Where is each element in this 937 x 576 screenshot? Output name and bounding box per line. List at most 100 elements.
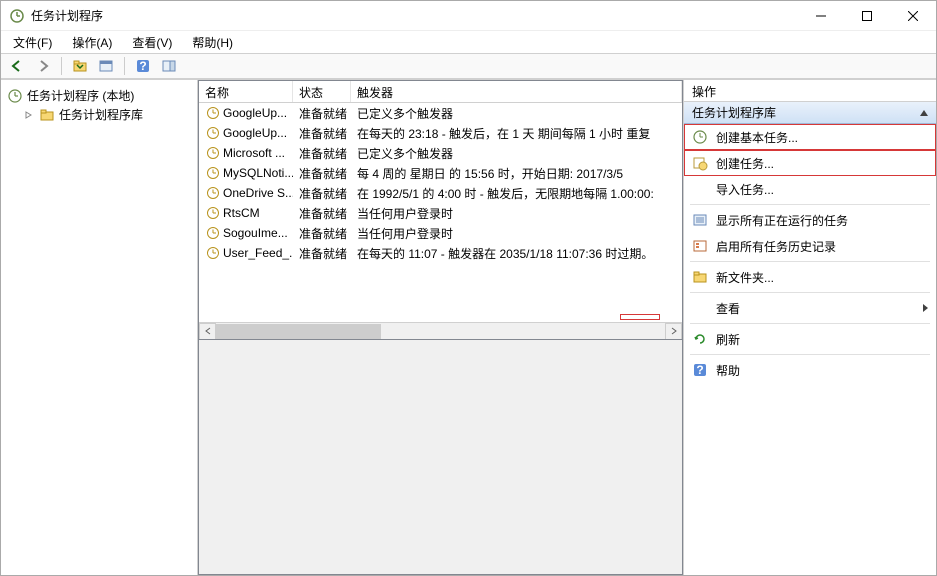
main-area: 任务计划程序 (本地) 任务计划程序库 名称 状态 触发器 Goog — [1, 79, 936, 575]
toolbar-separator — [61, 57, 62, 75]
action-enable-history[interactable]: 启用所有任务历史记录 — [684, 233, 936, 259]
action-label: 创建任务... — [716, 155, 928, 172]
task-name: SogouIme... — [223, 226, 288, 240]
action-label: 查看 — [716, 300, 915, 317]
tree-pane: 任务计划程序 (本地) 任务计划程序库 — [1, 80, 198, 575]
svg-text:?: ? — [696, 363, 703, 377]
running-tasks-icon — [692, 212, 708, 228]
back-button[interactable] — [5, 55, 29, 77]
action-show-running[interactable]: 显示所有正在运行的任务 — [684, 207, 936, 233]
task-trigger: 在每天的 11:07 - 触发器在 2035/1/18 11:07:36 时过期… — [351, 245, 682, 262]
action-separator — [690, 261, 930, 262]
tree-root-node[interactable]: 任务计划程序 (本地) — [5, 86, 193, 105]
create-task-icon — [692, 155, 708, 171]
task-name: Microsoft ... — [223, 146, 285, 160]
scroll-right-button[interactable] — [665, 323, 682, 340]
action-label: 帮助 — [716, 362, 928, 379]
task-list-body: GoogleUp...准备就绪已定义多个触发器GoogleUp...准备就绪在每… — [199, 103, 682, 322]
actions-pane-title: 操作 — [684, 80, 936, 102]
task-row[interactable]: SogouIme...准备就绪当任何用户登录时 — [199, 223, 682, 243]
action-label: 显示所有正在运行的任务 — [716, 212, 928, 229]
col-header-status[interactable]: 状态 — [293, 81, 351, 102]
folder-icon — [39, 107, 55, 123]
menu-view[interactable]: 查看(V) — [124, 32, 180, 53]
action-separator — [690, 354, 930, 355]
toolbar-folder-button[interactable] — [68, 55, 92, 77]
menu-help[interactable]: 帮助(H) — [184, 32, 241, 53]
task-row[interactable]: RtsCM准备就绪当任何用户登录时 — [199, 203, 682, 223]
clock-icon — [205, 185, 221, 201]
actions-list: 创建基本任务... 创建任务... 导入任务... 显示所有正在运行的任务 — [684, 124, 936, 575]
task-trigger: 当任何用户登录时 — [351, 225, 682, 242]
task-row[interactable]: Microsoft ...准备就绪已定义多个触发器 — [199, 143, 682, 163]
forward-button[interactable] — [31, 55, 55, 77]
task-name: OneDrive S... — [223, 186, 293, 200]
toolbar-panel-button[interactable] — [157, 55, 181, 77]
task-status: 准备就绪 — [293, 205, 351, 222]
toolbar-properties-button[interactable] — [94, 55, 118, 77]
blank-icon — [692, 300, 708, 316]
task-status: 准备就绪 — [293, 245, 351, 262]
action-refresh[interactable]: 刷新 — [684, 326, 936, 352]
task-row[interactable]: GoogleUp...准备就绪已定义多个触发器 — [199, 103, 682, 123]
task-row[interactable]: OneDrive S...准备就绪在 1992/5/1 的 4:00 时 - 触… — [199, 183, 682, 203]
tree-expander[interactable] — [23, 109, 35, 121]
action-help[interactable]: ? 帮助 — [684, 357, 936, 383]
clock-icon — [205, 205, 221, 221]
action-create-task[interactable]: 创建任务... — [684, 150, 936, 176]
action-create-basic-task[interactable]: 创建基本任务... — [684, 124, 936, 150]
menu-action[interactable]: 操作(A) — [64, 32, 120, 53]
tree-library-label: 任务计划程序库 — [59, 106, 143, 123]
history-icon — [692, 238, 708, 254]
app-icon — [9, 8, 25, 24]
action-label: 导入任务... — [716, 181, 928, 198]
svg-text:?: ? — [139, 59, 146, 73]
action-label: 启用所有任务历史记录 — [716, 238, 928, 255]
window-controls — [798, 1, 936, 30]
action-new-folder[interactable]: 新文件夹... — [684, 264, 936, 290]
maximize-button[interactable] — [844, 1, 890, 30]
action-import-task[interactable]: 导入任务... — [684, 176, 936, 202]
scroll-track[interactable] — [216, 323, 665, 340]
create-basic-task-icon — [692, 129, 708, 145]
submenu-arrow-icon — [923, 304, 928, 312]
actions-section-header[interactable]: 任务计划程序库 — [684, 102, 936, 124]
action-label: 新文件夹... — [716, 269, 928, 286]
task-status: 准备就绪 — [293, 165, 351, 182]
task-row[interactable]: User_Feed_...准备就绪在每天的 11:07 - 触发器在 2035/… — [199, 243, 682, 263]
task-status: 准备就绪 — [293, 185, 351, 202]
menubar: 文件(F) 操作(A) 查看(V) 帮助(H) — [1, 31, 936, 53]
tree-library-node[interactable]: 任务计划程序库 — [5, 105, 193, 124]
titlebar: 任务计划程序 — [1, 1, 936, 31]
detail-panel — [198, 340, 683, 575]
center-pane: 名称 状态 触发器 GoogleUp...准备就绪已定义多个触发器GoogleU… — [198, 80, 684, 575]
horizontal-scrollbar[interactable] — [199, 322, 682, 339]
task-trigger: 在 1992/5/1 的 4:00 时 - 触发后，无限期地每隔 1.00:00… — [351, 185, 682, 202]
task-row[interactable]: MySQLNoti...准备就绪每 4 周的 星期日 的 15:56 时，开始日… — [199, 163, 682, 183]
task-trigger: 当任何用户登录时 — [351, 205, 682, 222]
action-separator — [690, 204, 930, 205]
tree-root-label: 任务计划程序 (本地) — [27, 87, 134, 104]
scroll-thumb[interactable] — [216, 324, 381, 339]
toolbar-separator — [124, 57, 125, 75]
task-name: User_Feed_... — [223, 246, 293, 260]
collapse-icon — [920, 110, 928, 116]
task-trigger: 已定义多个触发器 — [351, 145, 682, 162]
action-view[interactable]: 查看 — [684, 295, 936, 321]
menu-file[interactable]: 文件(F) — [5, 32, 60, 53]
col-header-name[interactable]: 名称 — [199, 81, 293, 102]
scroll-left-button[interactable] — [199, 323, 216, 340]
toolbar-help-button[interactable]: ? — [131, 55, 155, 77]
col-header-trigger[interactable]: 触发器 — [351, 81, 682, 102]
close-button[interactable] — [890, 1, 936, 30]
new-folder-icon — [692, 269, 708, 285]
actions-pane: 操作 任务计划程序库 创建基本任务... 创建任务... 导入任务... — [684, 80, 936, 575]
task-trigger: 在每天的 23:18 - 触发后，在 1 天 期间每隔 1 小时 重复 — [351, 125, 682, 142]
task-list-header: 名称 状态 触发器 — [199, 81, 682, 103]
window-title: 任务计划程序 — [31, 7, 798, 24]
minimize-button[interactable] — [798, 1, 844, 30]
task-status: 准备就绪 — [293, 105, 351, 122]
blank-icon — [692, 181, 708, 197]
task-row[interactable]: GoogleUp...准备就绪在每天的 23:18 - 触发后，在 1 天 期间… — [199, 123, 682, 143]
clock-icon — [205, 225, 221, 241]
